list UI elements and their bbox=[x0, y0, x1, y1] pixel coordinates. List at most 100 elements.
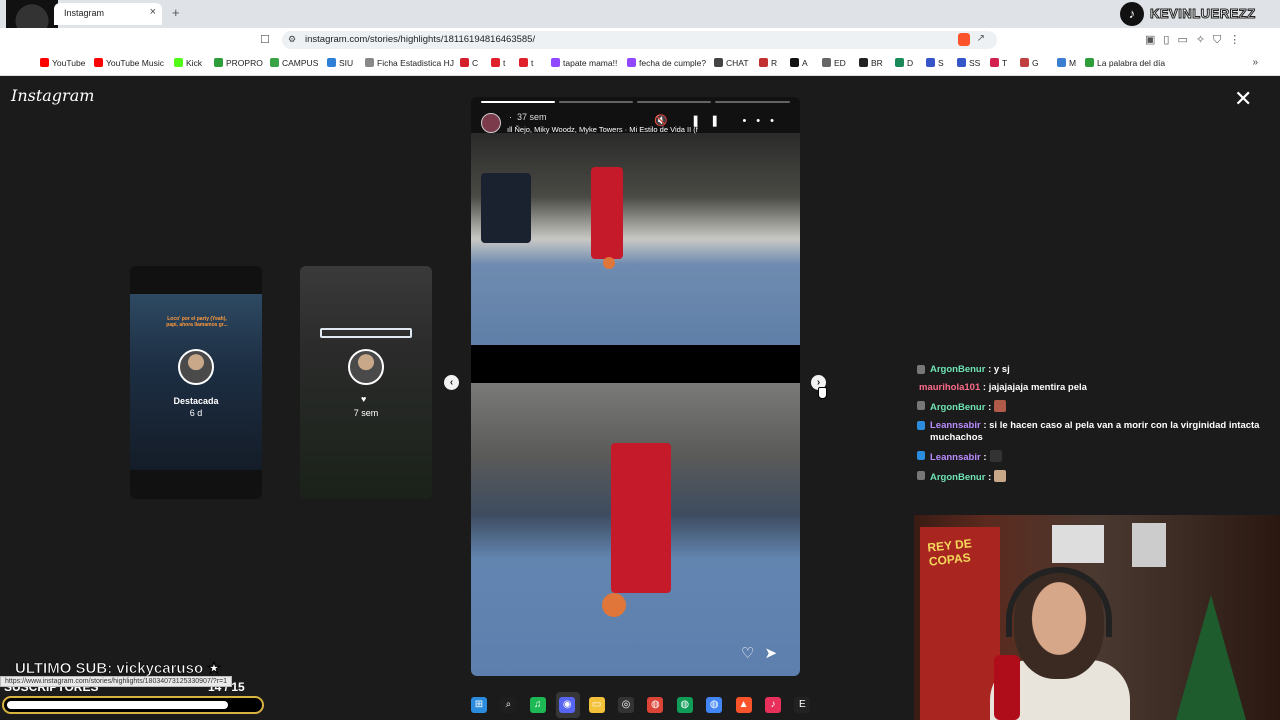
discord-icon[interactable]: ◉ bbox=[559, 697, 576, 713]
music-icon: ıll bbox=[507, 125, 515, 134]
preview-time: 6 d bbox=[189, 408, 203, 418]
last-sub-label: ULTIMO SUB: vickycaruso ★ bbox=[15, 660, 221, 678]
tiktok-handle: KEVINLUEREZZ bbox=[1150, 6, 1256, 22]
url-text[interactable]: instagram.com/stories/highlights/1811619… bbox=[305, 34, 535, 45]
tiktok-logo-icon: ♪ bbox=[1120, 2, 1144, 26]
chat-username: ArgonBenur bbox=[930, 472, 986, 483]
brave-shields-icon[interactable] bbox=[958, 33, 970, 46]
bookmark-favicon-icon bbox=[926, 58, 935, 67]
bookmark-item[interactable]: CAMPUS bbox=[270, 58, 318, 68]
avatar bbox=[348, 349, 384, 385]
bookmark-item[interactable]: Ficha Estadistica HJ bbox=[365, 58, 454, 68]
bookmark-label: Ficha Estadistica HJ bbox=[377, 58, 454, 68]
bookmark-favicon-icon bbox=[174, 58, 183, 67]
bookmark-favicon-icon bbox=[627, 58, 636, 67]
bookmark-label: PROPRO bbox=[226, 58, 263, 68]
bookmark-item[interactable]: La palabra del día bbox=[1085, 58, 1165, 68]
bookmark-item[interactable]: BR bbox=[859, 58, 883, 68]
chat-username: ArgonBenur bbox=[930, 402, 986, 413]
story-time: · 37 sem bbox=[509, 112, 547, 122]
bookmark-label: C bbox=[472, 58, 479, 68]
bookmark-label: G bbox=[1032, 58, 1039, 68]
bookmark-item[interactable]: T bbox=[990, 58, 1007, 68]
story-preview-previous[interactable]: Loco' por el party (Yeah), papi, ahora l… bbox=[130, 266, 262, 499]
bookmarks-overflow-button[interactable]: » bbox=[1252, 57, 1258, 68]
chrome-icon[interactable]: ◍ bbox=[647, 697, 664, 713]
story-card[interactable]: · 37 sem ıll Ñejo, Miky Woodz, Myke Towe… bbox=[471, 97, 800, 676]
close-tab-icon[interactable]: × bbox=[150, 6, 156, 18]
bookmark-item[interactable]: t bbox=[519, 58, 533, 68]
bookmark-label: SS bbox=[969, 58, 981, 68]
new-tab-button[interactable]: + bbox=[172, 5, 180, 20]
bookmark-item[interactable]: M bbox=[1057, 58, 1076, 68]
brave-icon[interactable]: ▲ bbox=[735, 697, 752, 713]
bookmark-item[interactable]: tapate mama!! bbox=[551, 58, 617, 68]
heart-icon[interactable]: ♡ bbox=[741, 645, 764, 662]
chrome-profile2-icon[interactable]: ◍ bbox=[706, 697, 723, 713]
extensions-icons[interactable]: ▣▯▭✧⛉⋮ bbox=[1145, 33, 1248, 47]
tab-instagram[interactable]: Instagram × bbox=[54, 3, 162, 25]
bookmark-favicon-icon bbox=[714, 58, 723, 67]
bookmark-favicon-icon bbox=[1057, 58, 1066, 67]
bookmark-item[interactable]: ED bbox=[822, 58, 846, 68]
story-preview-next[interactable]: ♥ 7 sem bbox=[300, 266, 432, 499]
bookmark-favicon-icon bbox=[1020, 58, 1029, 67]
bookmark-item[interactable]: YouTube Music bbox=[94, 58, 164, 68]
bookmark-item[interactable]: YouTube bbox=[40, 58, 85, 68]
chat-username: maurihola101 bbox=[919, 382, 981, 393]
close-icon[interactable]: ✕ bbox=[1234, 88, 1252, 110]
bookmark-label: CAMPUS bbox=[282, 58, 319, 68]
ball bbox=[602, 593, 626, 617]
bookmark-label: CHAT bbox=[726, 58, 749, 68]
chrome-profile-icon[interactable]: ◍ bbox=[676, 697, 693, 713]
taskbar: ⊞ ⌕ ♫ ◉ ▭ ◎ ◍ ◍ ◍ ▲ ♪ E bbox=[465, 692, 815, 720]
bookmark-icon[interactable]: ☐ bbox=[260, 33, 270, 46]
bookmark-item[interactable]: SIU bbox=[327, 58, 353, 68]
avatar bbox=[178, 349, 214, 385]
bookmark-item[interactable]: fecha de cumple? bbox=[627, 58, 706, 68]
send-icon[interactable]: ➤ bbox=[764, 645, 787, 662]
chat-message: ArgonBenur : y sj bbox=[914, 364, 1276, 376]
tab-title: Instagram bbox=[64, 8, 105, 18]
bookmark-item[interactable]: C bbox=[460, 58, 478, 68]
separator-dot: · bbox=[509, 112, 512, 122]
instagram-logo[interactable]: Instagram bbox=[11, 86, 94, 105]
progress-segment bbox=[559, 101, 633, 103]
obs-icon[interactable]: ◎ bbox=[618, 697, 634, 713]
url-field[interactable]: ⚙ instagram.com/stories/highlights/18116… bbox=[282, 31, 997, 49]
player-figure bbox=[481, 173, 531, 243]
chat-text: : jajajajaja mentira pela bbox=[982, 382, 1087, 393]
avatar[interactable] bbox=[481, 113, 501, 133]
file-explorer-icon[interactable]: ▭ bbox=[588, 697, 605, 713]
bookmark-item[interactable]: G bbox=[1020, 58, 1039, 68]
story-photo-bottom bbox=[471, 383, 800, 676]
bookmark-item[interactable]: R bbox=[759, 58, 777, 68]
story-actions: ♡➤ bbox=[741, 644, 787, 662]
site-info-icon[interactable]: ⚙ bbox=[288, 34, 296, 45]
wall-poster bbox=[1132, 523, 1166, 567]
wall-banner: REY DE COPAS bbox=[920, 527, 1000, 720]
stream-chat: ArgonBenur : y sj maurihola101 : jajajaja… bbox=[914, 364, 1276, 490]
bookmark-item[interactable]: CHAT bbox=[714, 58, 749, 68]
bookmark-item[interactable]: A bbox=[790, 58, 808, 68]
bookmark-item[interactable]: t bbox=[491, 58, 505, 68]
tiktok-icon[interactable]: ♪ bbox=[765, 697, 781, 713]
story-controls[interactable]: 🔇 ❚❚ ••• bbox=[654, 114, 784, 127]
bookmark-item[interactable]: SS bbox=[957, 58, 980, 68]
search-icon[interactable]: ⌕ bbox=[500, 697, 517, 713]
story-header: · 37 sem ıll Ñejo, Miky Woodz, Myke Towe… bbox=[471, 107, 800, 139]
windows-start-icon[interactable]: ⊞ bbox=[471, 697, 487, 713]
heart-icon: ♥ bbox=[361, 394, 367, 404]
previous-story-button[interactable]: ‹ bbox=[444, 375, 459, 390]
bookmark-label: ED bbox=[834, 58, 846, 68]
epic-games-icon[interactable]: E bbox=[794, 697, 811, 713]
bookmark-item[interactable]: D bbox=[895, 58, 913, 68]
chat-emote-icon bbox=[994, 400, 1007, 412]
spotify-icon[interactable]: ♫ bbox=[529, 697, 546, 713]
bookmark-favicon-icon bbox=[859, 58, 868, 67]
bookmark-item[interactable]: S bbox=[926, 58, 944, 68]
chat-text: : bbox=[988, 472, 992, 483]
chat-badge-icon bbox=[917, 471, 925, 480]
bookmark-item[interactable]: Kick bbox=[174, 58, 202, 68]
bookmark-item[interactable]: PROPRO bbox=[214, 58, 263, 68]
